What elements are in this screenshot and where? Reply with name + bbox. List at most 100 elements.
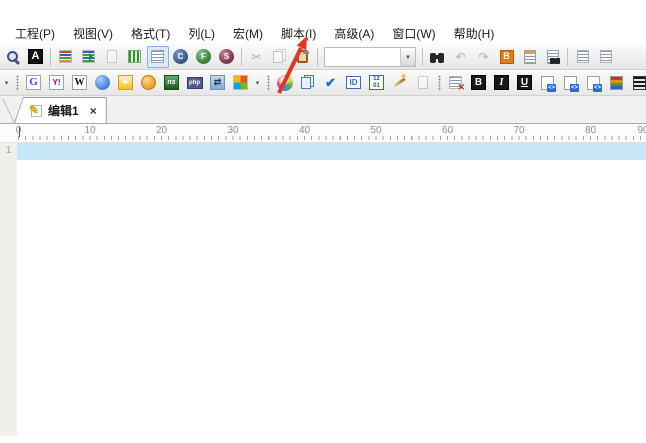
wrap-tag-button[interactable] xyxy=(560,72,582,94)
menu-item-project[interactable]: 工程(P) xyxy=(6,23,64,44)
toolbar-separator xyxy=(422,48,423,66)
tab-bar: 编辑1 × xyxy=(0,96,646,124)
encoding-f-button[interactable]: F xyxy=(193,46,215,68)
zoom-select-button[interactable] xyxy=(2,46,24,68)
php-reference-button[interactable]: php xyxy=(184,72,206,94)
highlight-tool-button[interactable]: ✦ xyxy=(115,72,137,94)
spell-check-icon: ✔ xyxy=(323,75,339,91)
wikipedia-search-icon: W xyxy=(72,75,87,90)
toolbar-row-2: ▾ GY! W ✦ nsphp ⇄ ▾ ✔ID 12 01 BIU xyxy=(0,70,646,96)
column-mode-button[interactable] xyxy=(124,46,146,68)
find-results-button[interactable] xyxy=(519,46,541,68)
find-in-files-icon xyxy=(547,50,559,64)
format-document-button[interactable] xyxy=(572,46,594,68)
sync-button[interactable]: ⇄ xyxy=(207,72,229,94)
insert-guid-button[interactable]: ID xyxy=(343,72,365,94)
send-document-button[interactable] xyxy=(412,72,434,94)
tabstrip-slant-decoration xyxy=(1,99,16,123)
wikipedia-search-button[interactable]: W xyxy=(69,72,91,94)
clear-format-icon xyxy=(449,76,462,89)
history-button[interactable] xyxy=(138,72,160,94)
toolbar-separator xyxy=(50,48,51,66)
copy-button[interactable] xyxy=(269,46,291,68)
tab-label: 编辑1 xyxy=(48,102,79,119)
find-previous-button[interactable]: ↶ xyxy=(450,46,472,68)
menu-item-view[interactable]: 视图(V) xyxy=(64,23,122,44)
highlight-tool-icon: ✦ xyxy=(118,75,133,90)
office-tools-button[interactable] xyxy=(230,72,252,94)
active-line-highlight xyxy=(17,143,646,160)
find-in-files-button[interactable] xyxy=(542,46,564,68)
encoding-c-button[interactable]: C xyxy=(170,46,192,68)
cut-icon: ✂ xyxy=(249,49,265,65)
spell-check-button[interactable]: ✔ xyxy=(320,72,342,94)
batch-replace-button[interactable]: B xyxy=(496,46,518,68)
clear-format-button[interactable] xyxy=(445,72,467,94)
format-selection-button[interactable] xyxy=(595,46,617,68)
menu-item-format[interactable]: 格式(T) xyxy=(122,23,179,44)
cut-button[interactable]: ✂ xyxy=(246,46,268,68)
google-search-button[interactable]: G xyxy=(23,72,45,94)
toolbar-grip-handle[interactable] xyxy=(436,75,442,91)
find-icon xyxy=(430,51,445,63)
menu-item-column[interactable]: 列(L) xyxy=(179,23,224,44)
menu-item-window[interactable]: 窗口(W) xyxy=(383,23,444,44)
copy-line-numbers-button[interactable] xyxy=(297,72,319,94)
search-combobox[interactable]: ▾ xyxy=(324,47,416,67)
font-style-button[interactable]: A xyxy=(25,46,47,68)
yahoo-search-button[interactable]: Y! xyxy=(46,72,68,94)
tab-close-icon[interactable]: × xyxy=(90,104,97,118)
menu-item-macro[interactable]: 宏(M) xyxy=(224,23,272,44)
ruler-label-60: 60 xyxy=(442,125,453,136)
italic-button[interactable]: I xyxy=(491,72,513,94)
web-search-button[interactable] xyxy=(92,72,114,94)
find-previous-icon: ↶ xyxy=(453,49,469,65)
find-next-button[interactable]: ↷ xyxy=(473,46,495,68)
editor-window: { "menu": { "items": [ {"name":"menu-ite… xyxy=(0,0,646,443)
magic-format-button[interactable] xyxy=(389,72,411,94)
toolbar-overflow-button[interactable]: ▾ xyxy=(1,73,12,93)
tab-edit1[interactable]: 编辑1 × xyxy=(14,97,107,123)
list-tag-button[interactable] xyxy=(583,72,605,94)
insert-tag-icon xyxy=(541,76,554,90)
menu-item-advanced[interactable]: 高级(A) xyxy=(325,23,383,44)
paste-column-icon xyxy=(107,50,117,63)
encoding-s-button[interactable]: S xyxy=(216,46,238,68)
toolbar-grip-handle[interactable] xyxy=(265,75,271,91)
menu-item-help[interactable]: 帮助(H) xyxy=(445,23,504,44)
insert-tag-button[interactable] xyxy=(537,72,559,94)
color-scheme-button[interactable] xyxy=(606,72,628,94)
combo-dropdown-icon[interactable]: ▾ xyxy=(400,48,415,66)
ruler-label-70: 70 xyxy=(513,125,524,136)
auto-format-button[interactable] xyxy=(78,46,100,68)
toolbar-more-button[interactable]: ▾ xyxy=(252,73,263,93)
menu-item-script[interactable]: 脚本(I) xyxy=(272,23,325,44)
color-scheme-icon xyxy=(610,76,623,90)
date-convert-icon: 12 01 xyxy=(369,75,384,90)
paste-button[interactable] xyxy=(292,46,314,68)
date-convert-button[interactable]: 12 01 xyxy=(366,72,388,94)
copy-line-numbers-icon xyxy=(301,77,311,89)
color-picker-icon xyxy=(277,75,293,91)
ruler-label-40: 40 xyxy=(299,125,310,136)
ruler: 0102030405060708090 xyxy=(0,124,646,143)
note-service-button[interactable]: ns xyxy=(161,72,183,94)
dark-scheme-button[interactable] xyxy=(629,72,646,94)
italic-icon: I xyxy=(494,75,509,90)
sync-icon: ⇄ xyxy=(210,75,225,90)
underline-button[interactable]: U xyxy=(514,72,536,94)
text-editing-area[interactable]: 1 xyxy=(0,143,646,443)
line-select-button[interactable] xyxy=(147,46,169,68)
toolbar-grip-handle[interactable] xyxy=(14,75,20,91)
line-number-gutter: 1 xyxy=(0,143,17,436)
find-button[interactable] xyxy=(427,46,449,68)
zoom-select-icon xyxy=(5,49,21,65)
bold-button[interactable]: B xyxy=(468,72,490,94)
color-picker-button[interactable] xyxy=(274,72,296,94)
encoding-c-icon: C xyxy=(173,49,188,64)
toolbar-separator xyxy=(241,48,242,66)
toolbar-separator xyxy=(317,48,318,66)
syntax-highlight-icon xyxy=(59,50,72,63)
syntax-highlight-button[interactable] xyxy=(55,46,77,68)
paste-column-button[interactable] xyxy=(101,46,123,68)
